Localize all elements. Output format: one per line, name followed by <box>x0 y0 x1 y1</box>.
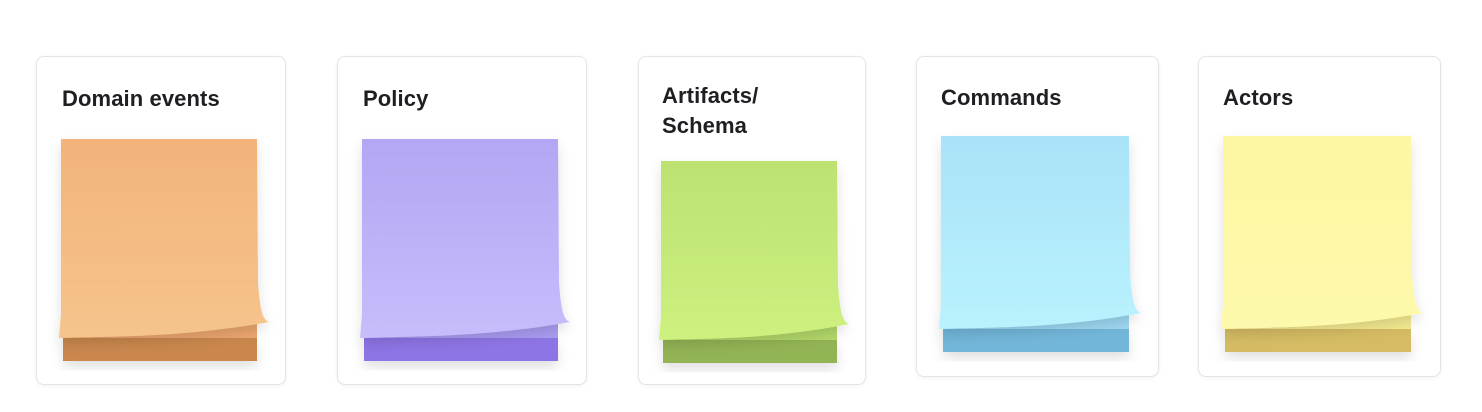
card-title: Commands <box>941 85 1062 110</box>
sticky-sheet <box>59 139 269 338</box>
sticky-note-graphic <box>360 139 570 361</box>
sticky-note-icon <box>939 136 1145 352</box>
sticky-note-graphic <box>939 136 1141 352</box>
card-artifacts-schema[interactable]: Artifacts/ Schema <box>638 56 866 385</box>
card-title: Actors <box>1223 85 1294 110</box>
sticky-pad-edge <box>1225 329 1411 352</box>
card-commands[interactable]: Commands <box>916 56 1159 377</box>
card-title: Domain events <box>62 86 220 111</box>
sticky-sheet <box>360 139 570 338</box>
sticky-note-graphic <box>59 139 269 361</box>
sticky-note-icon <box>1221 136 1427 352</box>
sticky-note-graphic <box>1221 136 1423 352</box>
sticky-pad-edge <box>943 329 1129 352</box>
sticky-note-icon <box>659 161 853 363</box>
sticky-note-graphic <box>659 161 849 363</box>
sticky-note-icon <box>59 139 273 361</box>
sticky-pad-edge <box>364 338 558 361</box>
card-title: Artifacts/ Schema <box>662 83 759 138</box>
sticky-sheet <box>939 136 1141 329</box>
sticky-sheet <box>659 161 849 340</box>
sticky-note-icon <box>360 139 574 361</box>
sticky-note-legend: Domain events Policy Artifacts/ Schema C… <box>0 0 1482 412</box>
card-policy[interactable]: Policy <box>337 56 587 385</box>
sticky-pad-edge <box>663 340 837 363</box>
card-domain-events[interactable]: Domain events <box>36 56 286 385</box>
sticky-sheet <box>1221 136 1423 329</box>
card-actors[interactable]: Actors <box>1198 56 1441 377</box>
card-title: Policy <box>363 86 429 111</box>
sticky-pad-edge <box>63 338 257 361</box>
